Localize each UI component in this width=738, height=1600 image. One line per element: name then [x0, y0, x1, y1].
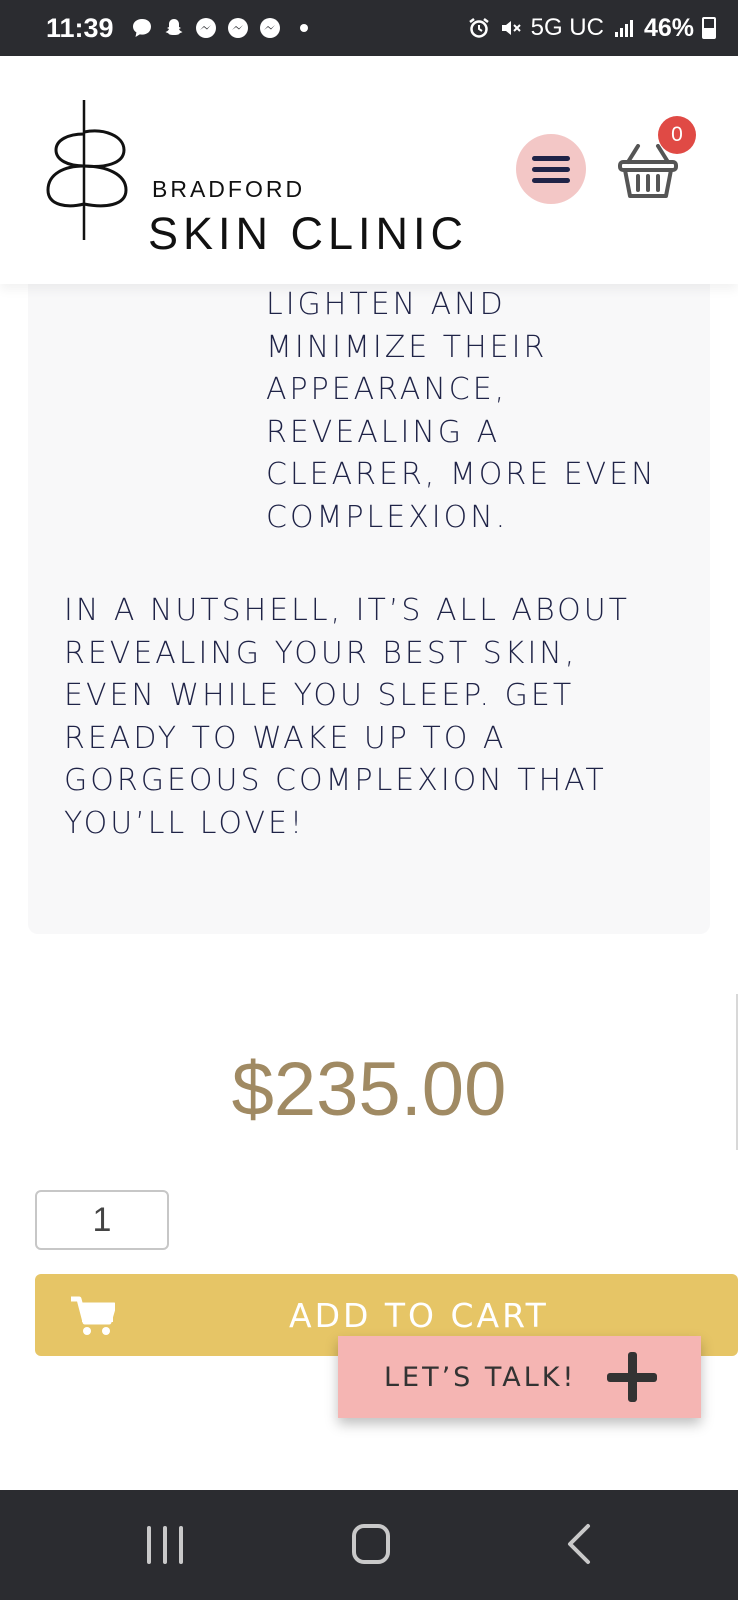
snapchat-icon	[162, 16, 186, 40]
text-line: MINIMIZE THEIR	[266, 329, 548, 365]
quantity-input[interactable]	[35, 1190, 169, 1250]
battery-percent: 46%	[643, 13, 694, 42]
recent-apps-icon[interactable]	[147, 1526, 183, 1564]
product-price: $235.00	[231, 1047, 507, 1132]
messenger-icon	[194, 16, 218, 40]
text-line: REVEALING YOUR BEST SKIN,	[64, 635, 578, 671]
chat-bubble-icon	[130, 16, 154, 40]
messenger-icon	[258, 16, 282, 40]
home-icon[interactable]	[352, 1524, 390, 1564]
text-line: IN A NUTSHELL, IT’S ALL ABOUT	[64, 593, 630, 628]
text-line: REVEALING A	[266, 414, 501, 450]
messenger-icon	[226, 16, 250, 40]
bb-monogram-icon	[46, 100, 128, 240]
back-icon[interactable]	[564, 1522, 592, 1566]
signal-icon	[612, 16, 636, 40]
text-line: READY TO WAKE UP TO A	[64, 720, 507, 756]
list-item-text: LIGHTEN AND MINIMIZE THEIR APPEARANCE, R…	[266, 284, 686, 539]
cart-count-badge: 0	[658, 116, 696, 154]
status-time: 11:39	[46, 12, 114, 43]
hamburger-menu-button[interactable]	[516, 134, 586, 204]
text-line: LIGHTEN AND	[266, 287, 506, 322]
plus-icon	[607, 1352, 657, 1402]
text-line: CLEARER, MORE EVEN	[266, 457, 657, 492]
brand-logo[interactable]: BRADFORD SKIN CLINIC	[44, 100, 474, 259]
site-header: BRADFORD SKIN CLINIC 0	[0, 56, 738, 284]
more-notifications-dot	[299, 24, 308, 32]
brand-name-small: BRADFORD	[152, 176, 306, 202]
text-line: EVEN WHILE YOU SLEEP. GET	[64, 678, 575, 713]
status-bar: 11:39 5G UC 46%	[0, 0, 738, 56]
text-line: COMPLEXION.	[266, 499, 509, 535]
text-line: APPEARANCE,	[266, 372, 508, 407]
text-line: YOU’LL LOVE!	[64, 805, 305, 841]
text-line: GORGEOUS COMPLEXION THAT	[64, 763, 607, 798]
alarm-icon	[467, 16, 491, 40]
system-navigation-bar	[0, 1490, 738, 1600]
lets-talk-button[interactable]: LET’S TALK!	[338, 1336, 701, 1418]
status-left: 11:39	[46, 13, 308, 44]
product-description-card: LIGHTEN AND MINIMIZE THEIR APPEARANCE, R…	[28, 284, 710, 934]
battery-icon	[702, 17, 716, 39]
summary-paragraph: IN A NUTSHELL, IT’S ALL ABOUT REVEALING …	[64, 590, 684, 845]
add-to-cart-label: ADD TO CART	[289, 1296, 549, 1335]
lets-talk-label: LET’S TALK!	[384, 1361, 577, 1393]
network-type: 5G UC	[530, 14, 604, 41]
mute-icon	[499, 16, 523, 40]
brand-name-large: SKIN CLINIC	[148, 208, 469, 259]
shopping-cart-icon	[71, 1296, 115, 1335]
menu-icon	[532, 155, 570, 161]
status-right: 5G UC 46%	[467, 14, 716, 43]
